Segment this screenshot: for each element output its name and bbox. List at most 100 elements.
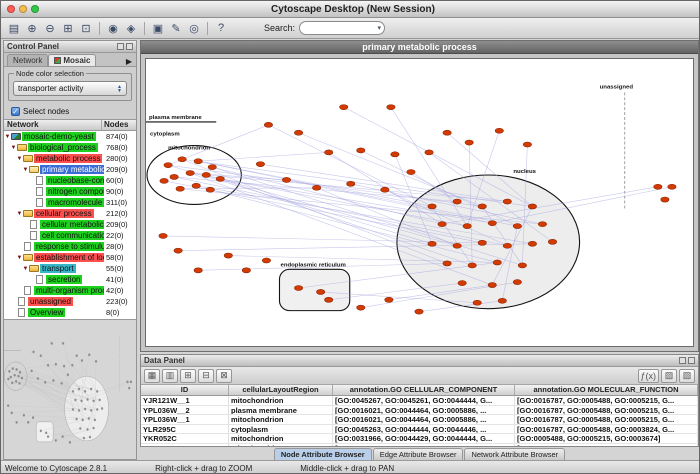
- network-node[interactable]: [465, 140, 473, 145]
- float-panel-icon[interactable]: [117, 43, 124, 50]
- network-node[interactable]: [518, 263, 526, 268]
- network-node[interactable]: [202, 172, 210, 177]
- network-node[interactable]: [242, 268, 250, 273]
- network-node[interactable]: [208, 165, 216, 170]
- network-node[interactable]: [654, 184, 662, 189]
- network-node[interactable]: [428, 204, 436, 209]
- network-node[interactable]: [21, 377, 23, 379]
- table-cell[interactable]: YPL036W__2: [141, 406, 229, 415]
- network-node[interactable]: [84, 408, 86, 410]
- network-node[interactable]: [528, 241, 536, 246]
- network-node[interactable]: [478, 204, 486, 209]
- network-node[interactable]: [381, 187, 389, 192]
- network-node[interactable]: [96, 408, 98, 410]
- network-node[interactable]: [128, 387, 130, 389]
- network-node[interactable]: [94, 419, 96, 421]
- tab-edge-attribute-browser[interactable]: Edge Attribute Browser: [373, 448, 464, 460]
- select-attributes-icon[interactable]: ▦: [144, 369, 160, 383]
- table-row[interactable]: YLR295Ccytoplasm[GO:0045263, GO:0044444,…: [141, 425, 698, 435]
- network-node[interactable]: [407, 169, 415, 174]
- new-attribute-icon[interactable]: ⊞: [180, 369, 196, 383]
- table-row[interactable]: YPL036W__2plasma membrane[GO:0016021, GO…: [141, 406, 698, 416]
- network-node[interactable]: [10, 376, 12, 378]
- network-node[interactable]: [78, 388, 80, 390]
- table-cell[interactable]: [GO:0005488, GO:0005215, GO:0003674]: [515, 434, 698, 443]
- annotation-icon[interactable]: ✎: [167, 20, 185, 37]
- network-node[interactable]: [661, 197, 669, 202]
- table-cell[interactable]: [GO:0016021, GO:0044464, GO:0005886, ...: [333, 415, 515, 424]
- table-cell[interactable]: mitochondrion: [229, 396, 333, 405]
- network-node[interactable]: [55, 363, 57, 365]
- tab-scroll-right-icon[interactable]: ▶: [122, 57, 136, 66]
- zoom-out-icon[interactable]: ⊖: [41, 20, 59, 37]
- network-node[interactable]: [81, 359, 83, 361]
- column-header[interactable]: annotation.GO MOLECULAR_FUNCTION: [515, 385, 698, 395]
- tree-row[interactable]: ▼establishment of locali58(0): [4, 252, 136, 263]
- network-node[interactable]: [206, 187, 214, 192]
- network-node[interactable]: [264, 122, 272, 127]
- network-node[interactable]: [89, 436, 91, 438]
- network-node[interactable]: [357, 148, 365, 153]
- tree-row[interactable]: secretion41(0): [4, 274, 136, 285]
- network-node[interactable]: [11, 412, 13, 414]
- network-node[interactable]: [415, 309, 423, 314]
- network-node[interactable]: [18, 375, 20, 377]
- network-node[interactable]: [262, 258, 270, 263]
- network-node[interactable]: [176, 186, 184, 191]
- network-node[interactable]: [256, 162, 264, 167]
- vizmapper-icon[interactable]: ▣: [149, 20, 167, 37]
- network-node[interactable]: [282, 177, 290, 182]
- column-header[interactable]: annotation.GO CELLULAR_COMPONENT: [333, 385, 515, 395]
- network-node[interactable]: [84, 390, 86, 392]
- tree-row[interactable]: Overview8(0): [4, 307, 136, 318]
- network-node[interactable]: [324, 150, 332, 155]
- tree-row[interactable]: cellular metabolic pro209(0): [4, 219, 136, 230]
- column-header[interactable]: ID: [141, 385, 229, 395]
- minimize-button[interactable]: [19, 5, 27, 13]
- tree-expander-icon[interactable]: ▼: [22, 266, 29, 272]
- network-node[interactable]: [443, 261, 451, 266]
- network-node[interactable]: [523, 142, 531, 147]
- search-dropdown-arrow[interactable]: ▾: [378, 24, 382, 32]
- network-node[interactable]: [498, 298, 506, 303]
- network-node[interactable]: [16, 368, 18, 370]
- table-cell[interactable]: [GO:0016787, GO:0005488, GO:0005215, G..…: [515, 415, 698, 424]
- network-node[interactable]: [387, 105, 395, 110]
- network-node[interactable]: [127, 381, 129, 383]
- network-node[interactable]: [19, 371, 21, 373]
- network-node[interactable]: [357, 305, 365, 310]
- tree-expander-icon[interactable]: ▼: [16, 211, 23, 217]
- tab-mosaic[interactable]: Mosaic: [48, 54, 96, 66]
- tab-network[interactable]: Network: [7, 54, 48, 66]
- network-node[interactable]: [44, 381, 46, 383]
- network-node[interactable]: [80, 400, 82, 402]
- network-node[interactable]: [79, 427, 81, 429]
- tree-header-network[interactable]: Network: [4, 120, 102, 130]
- network-node[interactable]: [224, 253, 232, 258]
- zoom-button[interactable]: [31, 5, 39, 13]
- network-manager-icon[interactable]: ◈: [122, 20, 140, 37]
- zoom-in-icon[interactable]: ⊕: [23, 20, 41, 37]
- network-node[interactable]: [347, 181, 355, 186]
- network-node[interactable]: [391, 152, 399, 157]
- float-data-panel-icon[interactable]: [679, 357, 686, 364]
- network-node[interactable]: [488, 221, 496, 226]
- network-node[interactable]: [82, 419, 84, 421]
- network-node[interactable]: [160, 178, 168, 183]
- network-node[interactable]: [178, 157, 186, 162]
- network-node[interactable]: [174, 248, 182, 253]
- network-node[interactable]: [11, 382, 13, 384]
- table-cell[interactable]: YKR052C: [141, 434, 229, 443]
- tree-row[interactable]: ▼cellular process212(0): [4, 208, 136, 219]
- network-canvas[interactable]: plasma membranecytoplasmmitochondrionnuc…: [145, 58, 694, 347]
- table-cell[interactable]: [GO:0016787, GO:0005488, GO:0005215, G..…: [515, 406, 698, 415]
- print-icon[interactable]: ▤: [5, 20, 23, 37]
- tree-row[interactable]: ▼primary metabolic proc209(0): [4, 164, 136, 175]
- network-node[interactable]: [40, 354, 42, 356]
- network-node[interactable]: [93, 400, 95, 402]
- network-node[interactable]: [130, 381, 132, 383]
- network-node[interactable]: [425, 150, 433, 155]
- tree-row[interactable]: ▼biological_process768(0): [4, 142, 136, 153]
- tree-expander-icon[interactable]: ▼: [10, 145, 17, 151]
- network-node[interactable]: [548, 239, 556, 244]
